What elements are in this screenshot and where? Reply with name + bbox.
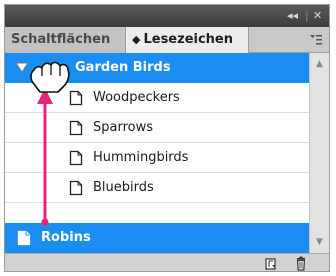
trash-icon[interactable] bbox=[293, 256, 309, 271]
scroll-up-icon[interactable]: ▲ bbox=[310, 55, 329, 73]
page-icon bbox=[69, 150, 83, 166]
bookmark-row-bluebirds[interactable]: Bluebirds bbox=[5, 173, 309, 203]
expand-triangle-icon[interactable] bbox=[15, 62, 29, 74]
new-bookmark-icon[interactable] bbox=[263, 256, 279, 271]
bookmark-label: Sparrows bbox=[93, 120, 154, 135]
vertical-scrollbar[interactable]: ▲ ▼ bbox=[309, 53, 329, 253]
sort-diamond-icon: ◆ bbox=[132, 33, 141, 46]
bookmark-row-woodpeckers[interactable]: Woodpeckers bbox=[5, 83, 309, 113]
double-chevron-left-icon[interactable]: ◂◂ bbox=[287, 9, 298, 23]
tab-label: Lesezeichen bbox=[143, 32, 233, 47]
panel-bottom-bar bbox=[5, 253, 329, 271]
bookmark-label: Bluebirds bbox=[93, 180, 154, 195]
page-icon bbox=[69, 90, 83, 106]
bookmark-row-sparrows[interactable]: Sparrows bbox=[5, 113, 309, 143]
panel-titlebar: ◂◂ | ✕ bbox=[5, 5, 329, 27]
bookmark-label: Robins bbox=[41, 230, 91, 245]
bookmark-row-robins[interactable]: Robins bbox=[5, 223, 309, 253]
page-icon bbox=[69, 120, 83, 136]
bookmark-row-hummingbirds[interactable]: Hummingbirds bbox=[5, 143, 309, 173]
tab-label: Schaltflächen bbox=[11, 32, 111, 47]
bookmark-label: Garden Birds bbox=[75, 60, 171, 75]
bookmarks-panel: ◂◂ | ✕ Schaltflächen ◆ Lesezeichen Garden… bbox=[4, 4, 330, 272]
scroll-down-icon[interactable]: ▼ bbox=[310, 233, 329, 251]
tab-schaltflaechen[interactable]: Schaltflächen bbox=[5, 27, 125, 53]
bookmark-label: Woodpeckers bbox=[93, 90, 180, 105]
bookmark-label: Hummingbirds bbox=[93, 150, 189, 165]
panel-menu-icon[interactable] bbox=[309, 33, 323, 47]
bookmark-row-garden-birds[interactable]: Garden Birds bbox=[5, 53, 309, 83]
bookmark-list: Garden Birds Woodpeckers Sparrows Hummin… bbox=[5, 53, 309, 253]
page-icon bbox=[69, 180, 83, 196]
titlebar-separator: | bbox=[305, 9, 309, 22]
page-icon bbox=[17, 230, 31, 246]
tab-bar: Schaltflächen ◆ Lesezeichen bbox=[5, 27, 329, 54]
tab-lesezeichen[interactable]: ◆ Lesezeichen bbox=[125, 27, 249, 54]
close-icon[interactable]: ✕ bbox=[313, 9, 322, 23]
